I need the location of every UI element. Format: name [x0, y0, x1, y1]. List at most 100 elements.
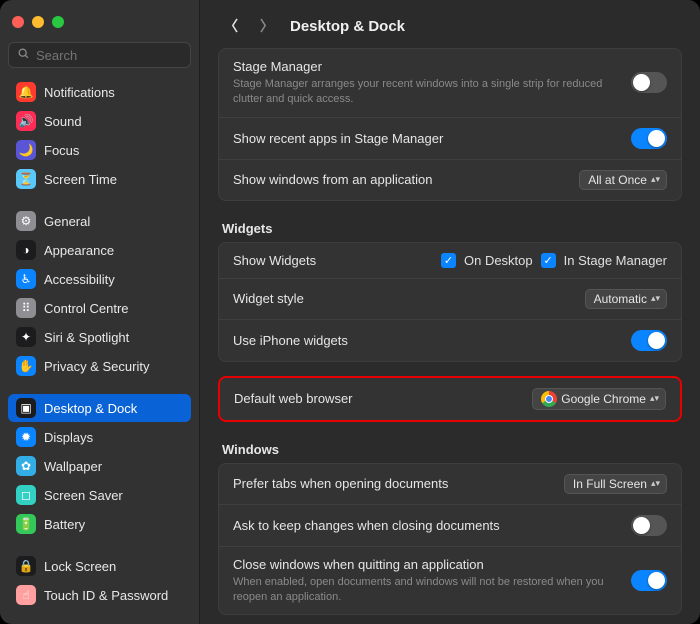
sidebar-item-label: General	[44, 214, 90, 229]
chevron-updown-icon: ▴▾	[651, 294, 660, 303]
prefer-tabs-popup[interactable]: In Full Screen ▴▾	[564, 474, 667, 494]
sidebar-item-appearance[interactable]: ◑ Appearance	[8, 236, 191, 264]
recent-apps-row: Show recent apps in Stage Manager	[219, 118, 681, 160]
windows-group: Prefer tabs when opening documents In Fu…	[218, 463, 682, 616]
system-settings-window: 🔔 Notifications 🔊 Sound 🌙 Focus ⏳Screen Time ⚙︎…	[0, 0, 700, 624]
prefer-tabs-label: Prefer tabs when opening documents	[233, 476, 554, 491]
search-field[interactable]	[8, 42, 191, 68]
ask-keep-changes-toggle[interactable]	[631, 515, 667, 536]
widget-style-label: Widget style	[233, 291, 575, 306]
windows-section-title: Windows	[218, 436, 682, 463]
sidebar-icon: 🔔	[16, 82, 36, 102]
sidebar-item-label: Control Centre	[44, 301, 129, 316]
sidebar-item-privacy-security[interactable]: ✋ Privacy & Security	[8, 352, 191, 380]
iphone-widgets-label: Use iPhone widgets	[233, 333, 621, 348]
iphone-widgets-toggle[interactable]	[631, 330, 667, 351]
sidebar-item-desktop-dock[interactable]: ▣ Desktop & Dock	[8, 394, 191, 422]
show-widgets-label: Show Widgets	[233, 253, 431, 268]
in-stage-manager-checkbox[interactable]: ✓	[541, 253, 556, 268]
sidebar-item-wallpaper[interactable]: ✿ Wallpaper	[8, 452, 191, 480]
sidebar-icon: ✋	[16, 356, 36, 376]
chevron-updown-icon: ▴▾	[651, 479, 660, 488]
window-controls	[8, 10, 191, 42]
sidebar-icon: ☝︎	[16, 585, 36, 605]
close-windows-quit-description: When enabled, open documents and windows…	[233, 575, 621, 605]
recent-apps-label: Show recent apps in Stage Manager	[233, 131, 621, 146]
sidebar-item-notifications[interactable]: 🔔 Notifications	[8, 78, 191, 106]
sidebar-item-label: Privacy & Security	[44, 359, 149, 374]
sidebar-item-accessibility[interactable]: ♿︎ Accessibility	[8, 265, 191, 293]
sidebar-item-displays[interactable]: ✹ Displays	[8, 423, 191, 451]
sidebar-item-label: Wallpaper	[44, 459, 102, 474]
close-window-button[interactable]	[12, 16, 24, 28]
sidebar-item-sound[interactable]: 🔊 Sound	[8, 107, 191, 135]
sidebar-item-screen-saver[interactable]: ◻︎Screen Saver	[8, 481, 191, 509]
app-windows-label: Show windows from an application	[233, 172, 569, 187]
minimize-window-button[interactable]	[32, 16, 44, 28]
main-panel: 〈 〉 Desktop & Dock Stage Manager Stage M…	[200, 0, 700, 624]
forward-button[interactable]: 〉	[254, 14, 280, 38]
sidebar-item-label: Battery	[44, 517, 85, 532]
sidebar-item-control-centre[interactable]: ⠿Control Centre	[8, 294, 191, 322]
app-windows-popup[interactable]: All at Once ▴▾	[579, 170, 667, 190]
sidebar-icon: ▣	[16, 398, 36, 418]
sidebar-icon: 🔒	[16, 556, 36, 576]
back-button[interactable]: 〈	[218, 14, 244, 38]
panel-title: Desktop & Dock	[290, 18, 405, 35]
close-windows-quit-toggle[interactable]	[631, 570, 667, 591]
sidebar-icon: 🌙	[16, 140, 36, 160]
sidebar: 🔔 Notifications 🔊 Sound 🌙 Focus ⏳Screen Time ⚙︎…	[0, 0, 200, 624]
close-windows-quit-row: Close windows when quitting an applicati…	[219, 547, 681, 615]
zoom-window-button[interactable]	[52, 16, 64, 28]
sidebar-item-label: Screen Time	[44, 172, 117, 187]
in-stage-manager-label: In Stage Manager	[564, 253, 667, 268]
sidebar-item-screen-time[interactable]: ⏳Screen Time	[8, 165, 191, 193]
stage-manager-group: Stage Manager Stage Manager arranges you…	[218, 48, 682, 201]
default-browser-label: Default web browser	[234, 391, 522, 406]
chevron-updown-icon: ▴▾	[650, 394, 659, 403]
sidebar-item-general[interactable]: ⚙︎General	[8, 207, 191, 235]
sidebar-item-label: Displays	[44, 430, 93, 445]
ask-keep-changes-label: Ask to keep changes when closing documen…	[233, 518, 621, 533]
sidebar-item-siri-spotlight[interactable]: ✦Siri & Spotlight	[8, 323, 191, 351]
stage-manager-description: Stage Manager arranges your recent windo…	[233, 77, 621, 107]
default-browser-group: Default web browser Google Chrome ▴▾	[218, 376, 682, 422]
ask-keep-changes-row: Ask to keep changes when closing documen…	[219, 505, 681, 547]
sidebar-item-label: Sound	[44, 114, 82, 129]
prefer-tabs-row: Prefer tabs when opening documents In Fu…	[219, 464, 681, 505]
sidebar-item-label: Accessibility	[44, 272, 115, 287]
sidebar-item-battery[interactable]: 🔋 Battery	[8, 510, 191, 538]
stage-manager-label: Stage Manager	[233, 59, 621, 74]
sidebar-item-lock-screen[interactable]: 🔒Lock Screen	[8, 552, 191, 580]
widget-style-row: Widget style Automatic ▴▾	[219, 279, 681, 320]
sidebar-item-label: Focus	[44, 143, 79, 158]
sidebar-icon: ✿	[16, 456, 36, 476]
default-browser-row: Default web browser Google Chrome ▴▾	[220, 378, 680, 420]
widget-style-popup[interactable]: Automatic ▴▾	[585, 289, 667, 309]
sidebar-icon: 🔊	[16, 111, 36, 131]
default-browser-popup[interactable]: Google Chrome ▴▾	[532, 388, 666, 410]
sidebar-icon: ♿︎	[16, 269, 36, 289]
sidebar-icon: ◑	[16, 240, 36, 260]
sidebar-item-label: Siri & Spotlight	[44, 330, 129, 345]
app-windows-row: Show windows from an application All at …	[219, 160, 681, 200]
sidebar-item-label: Notifications	[44, 85, 115, 100]
search-input[interactable]	[36, 48, 212, 63]
sidebar-nav: 🔔 Notifications 🔊 Sound 🌙 Focus ⏳Screen Time ⚙︎…	[8, 78, 191, 614]
recent-apps-toggle[interactable]	[631, 128, 667, 149]
sidebar-icon: 🔋	[16, 514, 36, 534]
sidebar-item-label: Desktop & Dock	[44, 401, 137, 416]
chevron-updown-icon: ▴▾	[651, 175, 660, 184]
stage-manager-toggle[interactable]	[631, 72, 667, 93]
sidebar-item-label: Appearance	[44, 243, 114, 258]
on-desktop-label: On Desktop	[464, 253, 533, 268]
sidebar-item-touch-id-password[interactable]: ☝︎Touch ID & Password	[8, 581, 191, 609]
stage-manager-row: Stage Manager Stage Manager arranges you…	[219, 49, 681, 118]
widgets-group: Show Widgets ✓ On Desktop ✓ In Stage Man…	[218, 242, 682, 362]
widgets-section-title: Widgets	[218, 215, 682, 242]
sidebar-icon: ◻︎	[16, 485, 36, 505]
sidebar-icon: ✹	[16, 427, 36, 447]
on-desktop-checkbox[interactable]: ✓	[441, 253, 456, 268]
sidebar-item-focus[interactable]: 🌙 Focus	[8, 136, 191, 164]
chrome-icon	[541, 391, 557, 407]
